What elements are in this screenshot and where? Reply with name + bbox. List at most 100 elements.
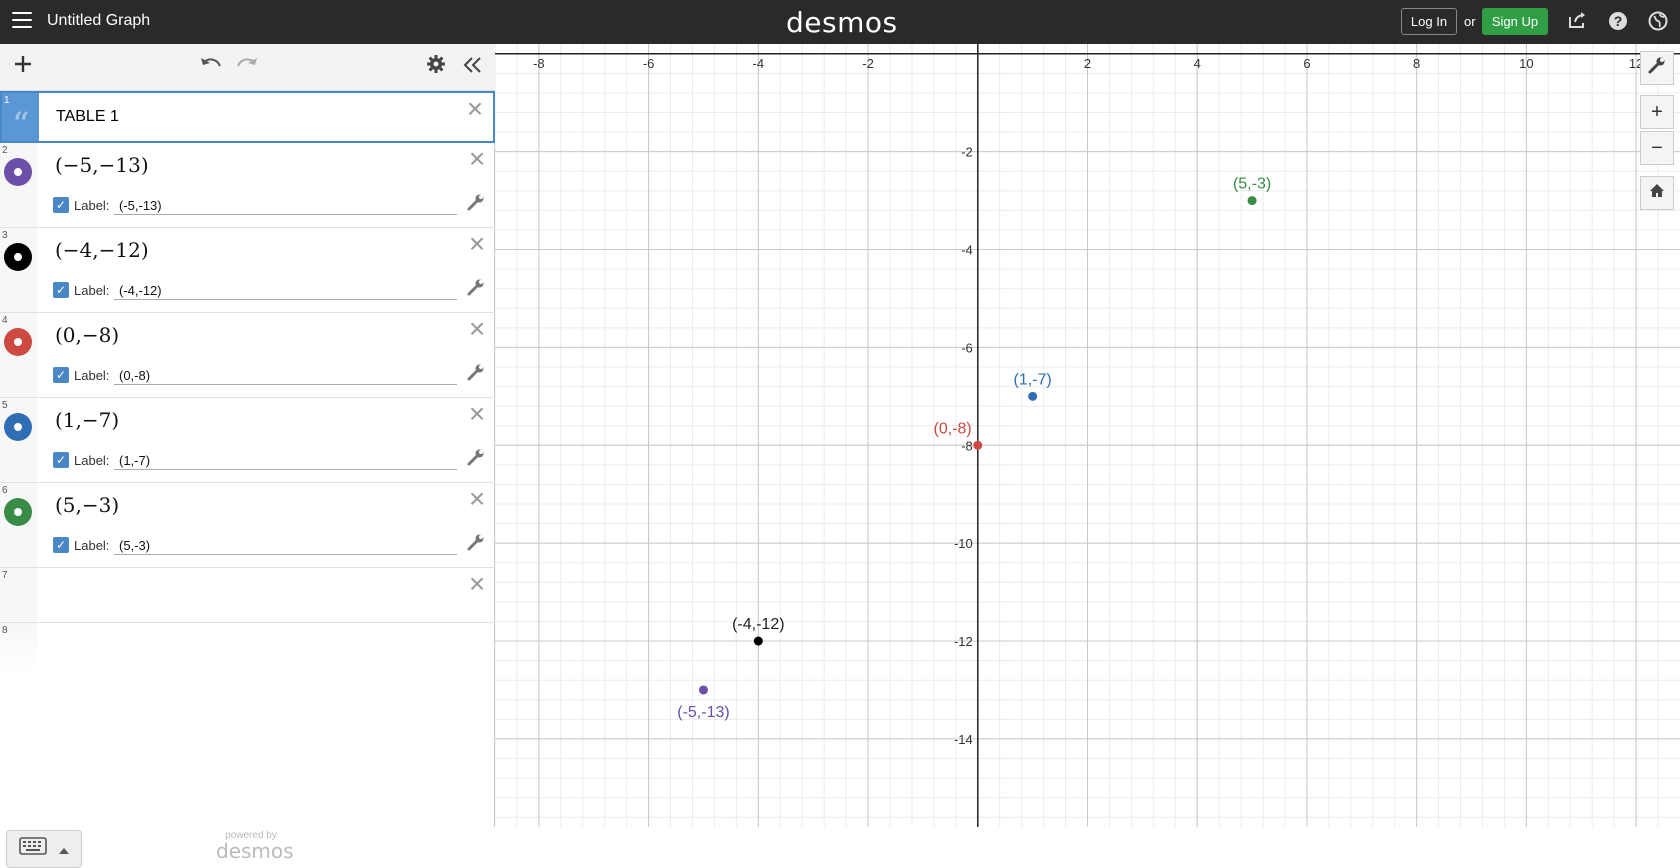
graph-title[interactable]: Untitled Graph bbox=[47, 12, 150, 30]
powered-by-brand: desmos bbox=[216, 839, 294, 863]
signup-button[interactable]: Sign Up bbox=[1482, 8, 1548, 35]
settings-gear-icon[interactable] bbox=[424, 54, 448, 80]
label-caption: Label: bbox=[74, 453, 110, 468]
expression-row-table[interactable]: 1 “ TABLE 1 × bbox=[0, 91, 495, 145]
expression-row[interactable]: 6 (5,−3) × ✓ Label: (5,-3) bbox=[0, 483, 495, 568]
data-point bbox=[753, 636, 763, 646]
label-caption: Label: bbox=[74, 538, 110, 553]
label-checkbox[interactable]: ✓ bbox=[53, 367, 69, 383]
y-tick-label: -10 bbox=[954, 536, 973, 551]
point-label: (-4,-12) bbox=[732, 616, 784, 633]
expression-row[interactable]: 4 (0,−8) × ✓ Label: (0,-8) bbox=[0, 313, 495, 398]
expression-row-empty[interactable]: 7 × bbox=[0, 568, 495, 623]
x-tick-label: 6 bbox=[1303, 56, 1310, 71]
data-point bbox=[1247, 196, 1257, 206]
x-tick-label: 8 bbox=[1413, 56, 1420, 71]
label-caption: Label: bbox=[74, 283, 110, 298]
graph-settings-wrench-icon[interactable] bbox=[1640, 51, 1674, 85]
color-toggle-icon[interactable] bbox=[4, 243, 32, 271]
wrench-icon[interactable] bbox=[467, 533, 485, 556]
x-tick-label: 4 bbox=[1194, 56, 1201, 71]
menu-icon[interactable] bbox=[12, 12, 32, 30]
data-point bbox=[973, 440, 983, 450]
redo-icon[interactable] bbox=[234, 54, 260, 80]
graph-canvas[interactable]: -8 -6 -4 -2 2 4 6 8 10 12 -2 -4 -6 -8 -10 -12 -14 (-5,-13… bbox=[495, 44, 1680, 827]
expression-row[interactable]: 3 (−4,−12) × ✓ Label: (-4,-12) bbox=[0, 228, 495, 313]
y-tick-label: -2 bbox=[961, 145, 973, 160]
expression-math[interactable]: (5,−3) bbox=[55, 493, 119, 517]
expression-math[interactable]: (0,−8) bbox=[55, 323, 119, 347]
or-text: or bbox=[1464, 14, 1476, 29]
delete-expression-icon[interactable]: × bbox=[465, 145, 489, 173]
data-point bbox=[698, 685, 708, 695]
home-icon[interactable] bbox=[1640, 176, 1674, 210]
delete-expression-icon[interactable]: × bbox=[465, 230, 489, 258]
brand-logo: desmos bbox=[786, 6, 898, 39]
zoom-in-icon[interactable]: + bbox=[1640, 95, 1674, 129]
label-checkbox[interactable]: ✓ bbox=[53, 452, 69, 468]
x-tick-label: -6 bbox=[643, 56, 655, 71]
delete-expression-icon[interactable]: × bbox=[465, 400, 489, 428]
expression-toolbar bbox=[0, 44, 495, 91]
wrench-icon[interactable] bbox=[467, 193, 485, 216]
label-checkbox[interactable]: ✓ bbox=[53, 197, 69, 213]
expression-math[interactable]: (−4,−12) bbox=[55, 238, 149, 262]
color-toggle-icon[interactable] bbox=[4, 158, 32, 186]
wrench-icon[interactable] bbox=[467, 363, 485, 386]
delete-expression-icon[interactable]: × bbox=[463, 95, 487, 123]
delete-expression-icon[interactable]: × bbox=[465, 570, 489, 598]
powered-by-text: powered by bbox=[225, 830, 277, 841]
point-label: (-5,-13) bbox=[677, 704, 729, 721]
x-tick-label: -2 bbox=[862, 56, 874, 71]
label-input[interactable]: (0,-8) bbox=[114, 365, 457, 385]
wrench-icon[interactable] bbox=[467, 278, 485, 301]
table-title[interactable]: TABLE 1 bbox=[56, 108, 119, 126]
expression-row[interactable]: 5 (1,−7) × ✓ Label: (1,-7) bbox=[0, 398, 495, 483]
collapse-panel-icon[interactable] bbox=[460, 54, 484, 80]
y-tick-label: -14 bbox=[954, 732, 973, 747]
expression-row-new[interactable]: 8 bbox=[0, 623, 495, 673]
y-tick-label: -6 bbox=[961, 340, 973, 355]
svg-text:?: ? bbox=[1614, 13, 1623, 29]
add-expression-icon[interactable] bbox=[12, 54, 34, 80]
top-bar: Untitled Graph desmos Log In or Sign Up … bbox=[0, 0, 1680, 44]
expression-math[interactable]: (1,−7) bbox=[55, 408, 119, 432]
color-toggle-icon[interactable] bbox=[4, 328, 32, 356]
wrench-icon[interactable] bbox=[467, 448, 485, 471]
label-input[interactable]: (5,-3) bbox=[114, 535, 457, 555]
x-tick-label: 2 bbox=[1084, 56, 1091, 71]
y-tick-label: -12 bbox=[954, 634, 973, 649]
label-checkbox[interactable]: ✓ bbox=[53, 282, 69, 298]
label-input[interactable]: (1,-7) bbox=[114, 450, 457, 470]
keypad-toggle-button[interactable] bbox=[6, 830, 82, 868]
note-quote-icon: “ bbox=[12, 105, 30, 145]
zoom-out-icon[interactable]: − bbox=[1640, 131, 1674, 165]
help-icon[interactable]: ? bbox=[1607, 11, 1629, 33]
point-label: (1,-7) bbox=[1014, 371, 1052, 388]
delete-expression-icon[interactable]: × bbox=[465, 315, 489, 343]
login-button[interactable]: Log In bbox=[1401, 8, 1457, 35]
color-toggle-icon[interactable] bbox=[4, 498, 32, 526]
graph-svg[interactable]: -8 -6 -4 -2 2 4 6 8 10 12-2-4-6-8-10-12-14(-5,-13… bbox=[495, 44, 1680, 827]
color-toggle-icon[interactable] bbox=[4, 413, 32, 441]
point-label: (0,-8) bbox=[934, 420, 972, 437]
undo-icon[interactable] bbox=[198, 54, 224, 80]
label-checkbox[interactable]: ✓ bbox=[53, 537, 69, 553]
y-tick-label: -8 bbox=[961, 438, 973, 453]
expression-panel: 1 “ TABLE 1 × 2 (−5,−13) × ✓ Label: (-5,… bbox=[0, 44, 495, 868]
caret-up-icon bbox=[59, 848, 70, 854]
share-icon[interactable] bbox=[1566, 11, 1588, 33]
powered-by: powered by desmos bbox=[216, 830, 294, 863]
data-point bbox=[1028, 391, 1038, 401]
expression-math[interactable]: (−5,−13) bbox=[55, 153, 149, 177]
expression-row[interactable]: 2 (−5,−13) × ✓ Label: (-5,-13) bbox=[0, 143, 495, 228]
delete-expression-icon[interactable]: × bbox=[465, 485, 489, 513]
globe-icon[interactable] bbox=[1647, 11, 1669, 33]
point-label: (5,-3) bbox=[1233, 176, 1271, 193]
expression-number: 7 bbox=[0, 568, 37, 622]
label-input[interactable]: (-4,-12) bbox=[114, 280, 457, 300]
label-caption: Label: bbox=[74, 368, 110, 383]
x-tick-label: -4 bbox=[753, 56, 765, 71]
label-input[interactable]: (-5,-13) bbox=[114, 195, 457, 215]
x-tick-label: -8 bbox=[533, 56, 545, 71]
